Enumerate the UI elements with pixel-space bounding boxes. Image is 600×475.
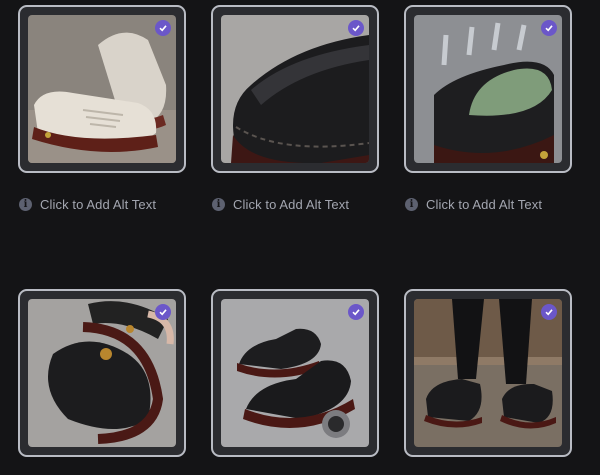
image-card[interactable] bbox=[211, 5, 379, 173]
product-image-black-closeup bbox=[221, 15, 369, 163]
info-icon: i bbox=[405, 197, 418, 211]
gallery-item: i Click to Add Alt Text bbox=[211, 5, 383, 212]
product-image-worn bbox=[414, 299, 562, 447]
info-icon: i bbox=[19, 197, 32, 211]
product-image-insole bbox=[414, 15, 562, 163]
alt-text-label: Click to Add Alt Text bbox=[426, 196, 543, 212]
product-image-flexible-sole bbox=[28, 299, 176, 447]
gallery-item: i Click to Add Alt Text bbox=[18, 5, 190, 212]
media-gallery: i Click to Add Alt Text i Click to Add A… bbox=[0, 0, 600, 475]
image-card[interactable] bbox=[404, 5, 572, 173]
check-icon[interactable] bbox=[155, 304, 171, 320]
alt-text-label: Click to Add Alt Text bbox=[40, 196, 157, 212]
add-alt-text-link[interactable]: i Click to Add Alt Text bbox=[404, 196, 576, 212]
add-alt-text-link[interactable]: i Click to Add Alt Text bbox=[18, 196, 190, 212]
check-icon[interactable] bbox=[348, 20, 364, 36]
gallery-item: i Click to Add Alt Text bbox=[404, 5, 576, 212]
image-card[interactable] bbox=[18, 289, 186, 457]
image-card[interactable] bbox=[211, 289, 379, 457]
check-icon[interactable] bbox=[541, 20, 557, 36]
check-icon[interactable] bbox=[541, 304, 557, 320]
gallery-item bbox=[404, 289, 576, 457]
image-card[interactable] bbox=[404, 289, 572, 457]
check-icon[interactable] bbox=[348, 304, 364, 320]
gallery-item bbox=[211, 289, 383, 457]
product-image-white-shoes bbox=[28, 15, 176, 163]
info-icon: i bbox=[212, 197, 225, 211]
check-icon[interactable] bbox=[155, 20, 171, 36]
product-image-black-pair bbox=[221, 299, 369, 447]
alt-text-label: Click to Add Alt Text bbox=[233, 196, 350, 212]
image-card[interactable] bbox=[18, 5, 186, 173]
gallery-item bbox=[18, 289, 190, 457]
add-alt-text-link[interactable]: i Click to Add Alt Text bbox=[211, 196, 383, 212]
